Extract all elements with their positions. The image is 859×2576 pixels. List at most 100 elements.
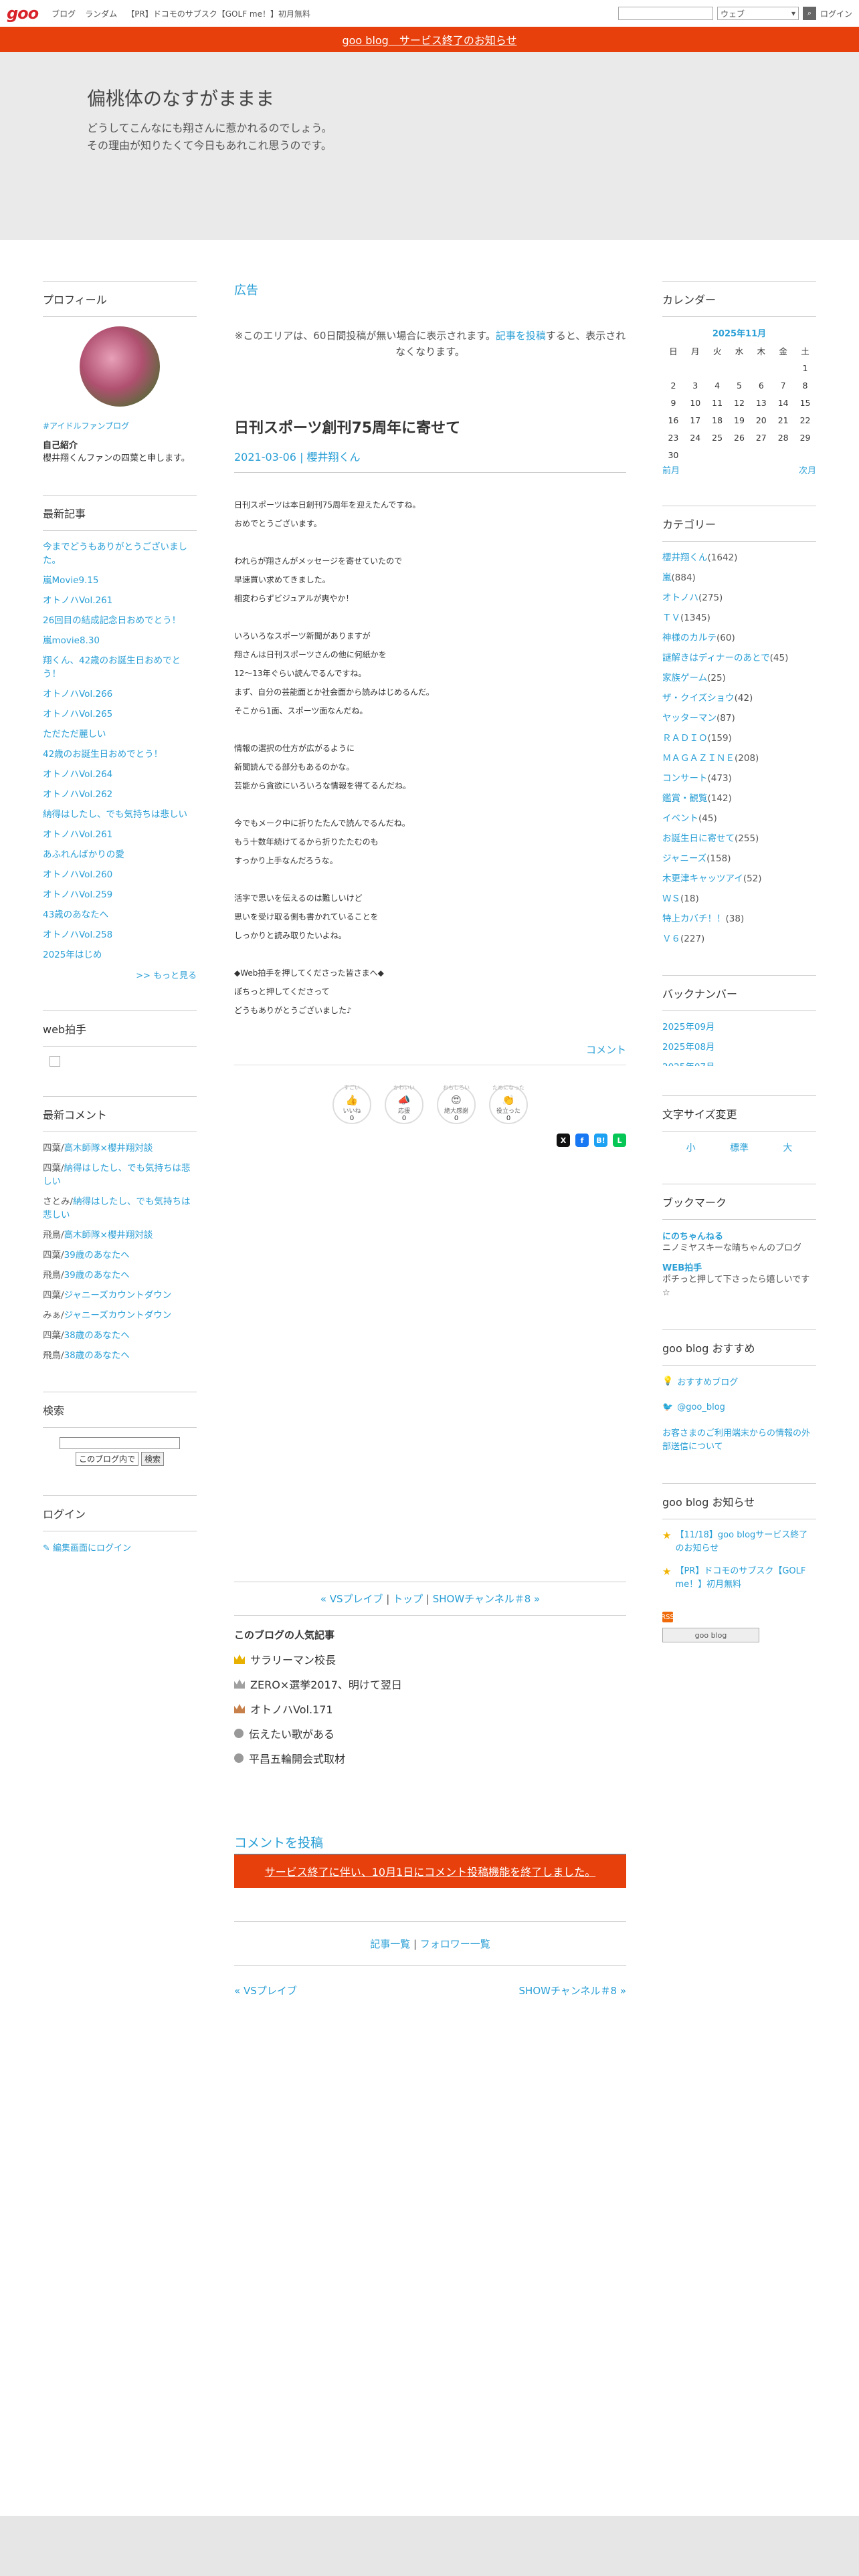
recent-post-link[interactable]: オトノハVol.262 [43,788,197,801]
category-item[interactable]: 嵐(884) [662,571,816,584]
comment-post-link[interactable]: ジャニーズカウントダウン [64,1310,172,1321]
reaction-button[interactable]: おもしろい 😍 絶大感謝 0 [437,1085,476,1124]
category-item[interactable]: ザ・クイズショウ(42) [662,691,816,705]
blog-search-button[interactable]: 検索 [141,1452,165,1466]
goo-blog-button[interactable]: goo blog [662,1628,759,1642]
font-normal-button[interactable]: 標準 [730,1141,749,1154]
reaction-button[interactable]: ためになった 👏 役立った 0 [489,1085,528,1124]
recommend-item[interactable]: 💡 おすすめブログ [662,1375,816,1388]
category-item[interactable]: 木更津キャッツアイ(52) [662,872,816,885]
next-post-link[interactable]: SHOWチャンネル＃8 » [519,1983,626,1998]
comment-post-link[interactable]: 39歳のあなたへ [64,1250,130,1261]
line-share-icon[interactable]: L [613,1134,626,1147]
recent-post-link[interactable]: 42歳のお誕生日おめでとう！ [43,748,197,761]
popular-item[interactable]: オトノハVol.171 [234,1701,626,1717]
search-icon[interactable]: ⌕ [802,7,816,20]
rss-icon[interactable]: RSS [661,1612,674,1622]
comment-post-link[interactable]: 39歳のあなたへ [64,1270,130,1281]
recent-post-link[interactable]: オトノハVol.261 [43,594,197,607]
category-item[interactable]: ＷＳ(18) [662,892,816,905]
recent-post-link[interactable]: 嵐movie8.30 [43,634,197,647]
facebook-share-icon[interactable]: f [575,1134,589,1147]
recommend-item[interactable]: お客さまのご利用端末からの情報の外部送信について [662,1427,816,1454]
service-end-link[interactable]: goo blog サービス終了のお知らせ [342,31,516,47]
calendar-prev-link[interactable]: 前月 [662,463,680,476]
prev-post-link[interactable]: « VSプレイブ [234,1983,297,1998]
comment-post-link[interactable]: 高木師隊×櫻井翔対談 [64,1230,153,1241]
category-item[interactable]: 櫻井翔くん(1642) [662,551,816,564]
comment-post-link[interactable]: 38歳のあなたへ [64,1330,130,1341]
reaction-button[interactable]: かわいい 📣 応援 0 [385,1085,423,1124]
font-small-button[interactable]: 小 [686,1141,696,1154]
nav-prev-link[interactable]: « VSプレイブ [320,1593,383,1605]
category-item[interactable]: ＲＡＤＩＯ(159) [662,732,816,745]
recommend-item[interactable]: 🐦 @goo_blog [662,1402,816,1412]
x-share-icon[interactable]: X [557,1134,570,1147]
popular-item[interactable]: サラリーマン校長 [234,1651,626,1667]
post-article-link[interactable]: 記事を投稿 [496,330,546,342]
blog-title[interactable]: 偏桃体のなすがままま [87,84,274,111]
recent-post-link[interactable]: 2025年はじめ [43,948,197,962]
recent-post-link[interactable]: あふれんばかりの愛 [43,848,197,861]
recent-post-link[interactable]: オトノハVol.266 [43,687,197,701]
recent-post-link[interactable]: オトノハVol.258 [43,928,197,942]
hatena-share-icon[interactable]: B! [594,1134,607,1147]
comment-post-link[interactable]: 納得はしたし、でも気持ちは悲しい [43,1163,191,1187]
top-nav-blog[interactable]: ブログ [52,8,76,19]
recent-post-link[interactable]: 26回目の結成記念日おめでとう！ [43,614,197,627]
article-list-link[interactable]: 記事一覧 [370,1938,410,1950]
blog-search-scope[interactable]: このブログ内で [75,1452,138,1466]
category-item[interactable]: 謎解きはディナーのあとで(45) [662,651,816,665]
category-item[interactable]: ＴＶ(1345) [662,611,816,625]
post-title[interactable]: 日刊スポーツ創刊75周年に寄せて [234,416,626,437]
category-item[interactable]: お誕生日に寄せて(255) [662,832,816,845]
comment-link[interactable]: コメント [234,1043,626,1065]
nav-next-link[interactable]: SHOWチャンネル＃8 » [433,1593,540,1605]
category-item[interactable]: 神様のカルテ(60) [662,631,816,645]
search-scope-select[interactable]: ウェブ ▾ [717,7,799,20]
web-clap-image[interactable] [50,1056,60,1067]
reaction-button[interactable]: すごい 👍 いいね 0 [332,1085,371,1124]
category-item[interactable]: ＭＡＧＡＺＩＮＥ(208) [662,752,816,765]
category-item[interactable]: ジャニーズ(158) [662,852,816,865]
recent-post-link[interactable]: ただただ麗しい [43,728,197,741]
category-item[interactable]: 家族ゲーム(25) [662,671,816,685]
category-item[interactable]: 特上カバチ！！(38) [662,912,816,926]
backnumber-list[interactable]: 2025年09月 2025年08月 2025年07月 [662,1021,816,1066]
bookmark-link[interactable]: WEB拍手 [662,1261,816,1273]
recent-post-link[interactable]: オトノハVol.261 [43,828,197,841]
recent-post-link[interactable]: 翔くん、42歳のお誕生日おめでとう！ [43,654,197,681]
category-item[interactable]: コンサート(473) [662,772,816,785]
font-large-button[interactable]: 大 [783,1141,792,1154]
blog-search-input[interactable] [60,1437,180,1449]
category-item[interactable]: イベント(45) [662,812,816,825]
info-item[interactable]: ★ 【11/18】goo blogサービス終了のお知らせ [662,1529,816,1555]
recent-post-link[interactable]: オトノハVol.259 [43,888,197,901]
popular-item[interactable]: ZERO×選挙2017、明けて翌日 [234,1676,626,1692]
comment-closed-link[interactable]: サービス終了に伴い、10月1日にコメント投稿機能を終了しました。 [265,1863,596,1879]
comment-post-link[interactable]: 高木師隊×櫻井翔対談 [64,1143,153,1154]
top-nav-pr[interactable]: 【PR】ドコモのサブスク【GOLF me！】初月無料 [126,8,310,19]
recent-post-link[interactable]: オトノハVol.260 [43,868,197,881]
follower-list-link[interactable]: フォロワー一覧 [420,1938,490,1950]
category-item[interactable]: 鑑賞・観覧(142) [662,792,816,805]
category-item[interactable]: オトノハ(275) [662,591,816,605]
recent-post-link[interactable]: オトノハVol.265 [43,708,197,721]
recent-post-link[interactable]: 今までどうもありがとうございました。 [43,540,197,567]
top-login-link[interactable]: ログイン [820,8,852,19]
category-item[interactable]: ヤッターマン(87) [662,712,816,725]
post-category-link[interactable]: 櫻井翔くん [307,451,361,463]
popular-item[interactable]: 伝えたい歌がある [234,1725,626,1741]
nav-top-link[interactable]: トップ [393,1593,423,1605]
recent-post-link[interactable]: オトノハVol.264 [43,768,197,781]
info-item[interactable]: ★ 【PR】ドコモのサブスク【GOLF me！】初月無料 [662,1565,816,1592]
popular-item[interactable]: 平昌五輪開会式取材 [234,1750,626,1766]
more-link[interactable]: >> もっと見る [43,968,197,981]
comment-post-link[interactable]: ジャニーズカウントダウン [64,1290,172,1301]
web-search-input[interactable] [617,7,713,20]
recent-post-link[interactable]: 43歳のあなたへ [43,908,197,922]
goo-logo[interactable]: goo [7,4,39,23]
category-item[interactable]: Ｖ６(227) [662,932,816,946]
fan-blog-tag[interactable]: #アイドルファンブログ [43,420,197,431]
calendar-next-link[interactable]: 次月 [799,463,816,476]
